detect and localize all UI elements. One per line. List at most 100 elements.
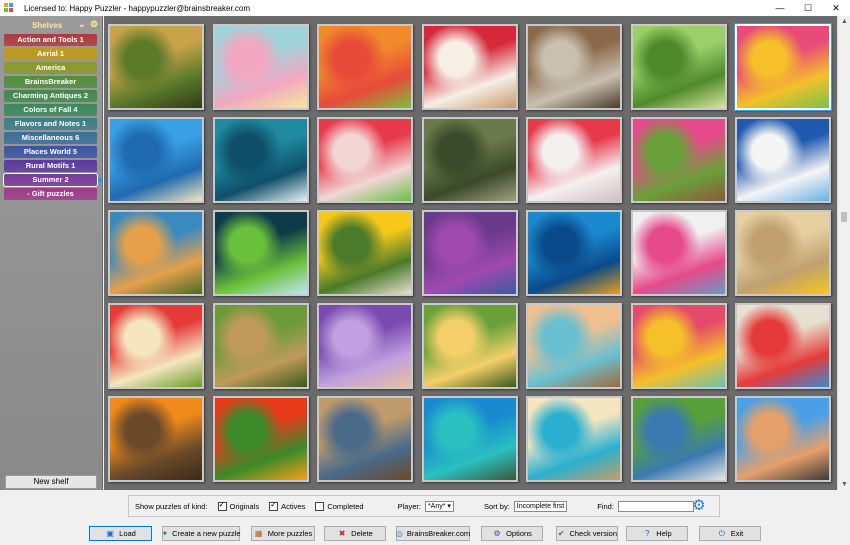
puzzle-thumbnail[interactable] — [526, 117, 622, 203]
puzzle-thumbnail[interactable] — [108, 24, 204, 110]
button-label: Exit — [730, 529, 744, 538]
shelves-title: Shelves — [32, 20, 63, 30]
puzzle-thumbnail[interactable] — [630, 303, 727, 389]
shelf-item[interactable]: Places World 5 — [4, 146, 97, 158]
shelf-item[interactable]: BrainsBreaker — [4, 76, 97, 88]
window-title: Licensed to: Happy Puzzler - happypuzzle… — [24, 3, 251, 13]
puzzle-thumbnail[interactable] — [317, 117, 413, 203]
new-shelf-button[interactable]: New shelf — [5, 475, 97, 489]
create-a-new-puzzle-button[interactable]: ✦ Create a new puzzle — [161, 526, 241, 541]
chevron-down-icon[interactable]: ⌄ — [78, 19, 86, 30]
puzzle-thumbnail[interactable] — [317, 24, 413, 110]
puzzle-thumbnail[interactable] — [421, 396, 518, 482]
puzzle-thumbnail[interactable] — [421, 210, 518, 296]
delete-button[interactable]: ✖ Delete — [324, 526, 386, 541]
shelf-item[interactable]: - Gift puzzles — [4, 188, 97, 200]
originals-checkbox[interactable] — [217, 500, 227, 511]
shelf-item[interactable]: Charming Antiques 2 — [4, 90, 97, 102]
load-icon: ▣ — [106, 528, 114, 538]
window-controls: — ☐ ✕ — [766, 0, 850, 16]
delete-icon: ✖ — [338, 528, 346, 538]
shelf-item[interactable]: Miscellaneous 6 — [4, 132, 97, 144]
exit-button[interactable]: ⏻ Exit — [699, 526, 761, 541]
puzzle-thumbnail[interactable] — [108, 396, 204, 482]
check-version-button[interactable]: ✔ Check version — [556, 526, 618, 541]
help-button[interactable]: ? Help — [626, 526, 688, 541]
puzzle-thumbnail[interactable] — [735, 303, 831, 389]
puzzle-thumbnail[interactable] — [212, 303, 309, 389]
shelf-item[interactable]: Summer 2 — [3, 173, 98, 187]
puzzle-thumbnail[interactable] — [212, 210, 309, 296]
scroll-thumb[interactable] — [841, 212, 847, 222]
find-input[interactable] — [617, 500, 694, 512]
puzzle-thumbnail[interactable] — [630, 24, 727, 110]
more-puzzles-button[interactable]: ▦ More puzzles — [251, 526, 315, 541]
gear-icon[interactable]: ⚙ — [90, 19, 98, 30]
puzzle-thumbnail[interactable] — [421, 117, 518, 203]
puzzle-icon: ✦ — [161, 528, 169, 538]
puzzle-thumbnail[interactable] — [630, 396, 727, 482]
minimize-icon[interactable]: — — [766, 0, 794, 16]
puzzle-thumbnail[interactable] — [526, 210, 622, 296]
shelf-item[interactable]: Flavors and Notes 1 — [4, 118, 97, 130]
settings-gear-icon[interactable]: ⚙ — [690, 497, 708, 515]
shelves-header: Shelves ⌄ ⚙ — [0, 16, 102, 34]
brainsbreaker-com-button[interactable]: ◎ BrainsBreaker.com — [396, 526, 470, 541]
button-label: Create a new puzzle — [172, 529, 241, 538]
shelf-item[interactable]: Aerial 1 — [4, 48, 97, 60]
app-icon — [4, 3, 14, 13]
puzzle-thumbnail[interactable] — [108, 303, 204, 389]
button-label: More puzzles — [267, 529, 313, 538]
puzzle-thumbnail[interactable] — [212, 24, 309, 110]
player-select[interactable]: *Any* ▾ — [424, 500, 454, 512]
options-button[interactable]: ⚙ Options — [481, 526, 543, 541]
scroll-up-icon[interactable]: ▲ — [841, 18, 848, 25]
puzzle-thumbnail[interactable] — [108, 117, 204, 203]
actives-label: Actives — [281, 501, 306, 511]
originals-label: Originals — [229, 501, 260, 511]
puzzle-thumbnail[interactable] — [526, 396, 622, 482]
button-label: Check version — [569, 529, 617, 538]
dropdown-arrow-icon: ▾ — [447, 502, 451, 510]
filter-bar: Show puzzles of kind: Originals Actives … — [128, 495, 720, 517]
completed-checkbox[interactable] — [315, 501, 325, 511]
puzzle-thumbnail[interactable] — [317, 210, 413, 296]
shelves-sidebar: Shelves ⌄ ⚙ Action and Tools 1 Aerial 1 Am… — [0, 16, 103, 490]
button-label: Options — [506, 529, 532, 538]
puzzle-thumbnail[interactable] — [735, 210, 831, 296]
puzzle-thumbnail[interactable] — [735, 396, 831, 482]
shelf-item[interactable]: Action and Tools 1 — [4, 34, 97, 46]
title-bar: Licensed to: Happy Puzzler - happypuzzle… — [0, 0, 850, 16]
puzzle-thumbnail[interactable] — [421, 24, 518, 110]
button-label: Help — [656, 529, 672, 538]
puzzle-thumbnail[interactable] — [212, 117, 309, 203]
shelf-item[interactable]: Rural Motifs 1 — [4, 160, 97, 172]
grid-icon: ▦ — [254, 528, 263, 538]
load-button[interactable]: ▣ Load — [89, 526, 152, 541]
scroll-down-icon[interactable]: ▼ — [841, 481, 848, 488]
shelf-item[interactable]: Colors of Fall 4 — [4, 104, 97, 116]
puzzle-thumbnail[interactable] — [630, 117, 727, 203]
options-icon: ⚙ — [493, 528, 501, 538]
player-value: *Any* — [427, 502, 446, 510]
shelf-item[interactable]: America — [4, 62, 97, 74]
puzzle-thumbnail[interactable] — [317, 396, 413, 482]
sortby-select[interactable]: Incomplete first — [513, 500, 568, 512]
puzzle-thumbnail[interactable] — [734, 23, 832, 111]
vertical-scrollbar[interactable]: ▲ ▼ — [837, 16, 850, 490]
puzzle-thumbnail[interactable] — [108, 210, 204, 296]
maximize-icon[interactable]: ☐ — [794, 0, 822, 16]
find-label: Find: — [597, 501, 614, 511]
help-icon: ? — [645, 528, 650, 538]
puzzle-thumbnail[interactable] — [630, 210, 727, 296]
puzzle-grid — [104, 16, 837, 490]
puzzle-thumbnail[interactable] — [735, 117, 831, 203]
puzzle-thumbnail[interactable] — [212, 396, 309, 482]
puzzle-thumbnail[interactable] — [526, 303, 622, 389]
puzzle-thumbnail[interactable] — [317, 303, 413, 389]
puzzle-thumbnail[interactable] — [421, 303, 518, 389]
close-icon[interactable]: ✕ — [822, 0, 850, 16]
actives-checkbox[interactable] — [269, 500, 279, 511]
puzzle-thumbnail[interactable] — [526, 24, 622, 110]
exit-icon: ⏻ — [718, 528, 725, 538]
